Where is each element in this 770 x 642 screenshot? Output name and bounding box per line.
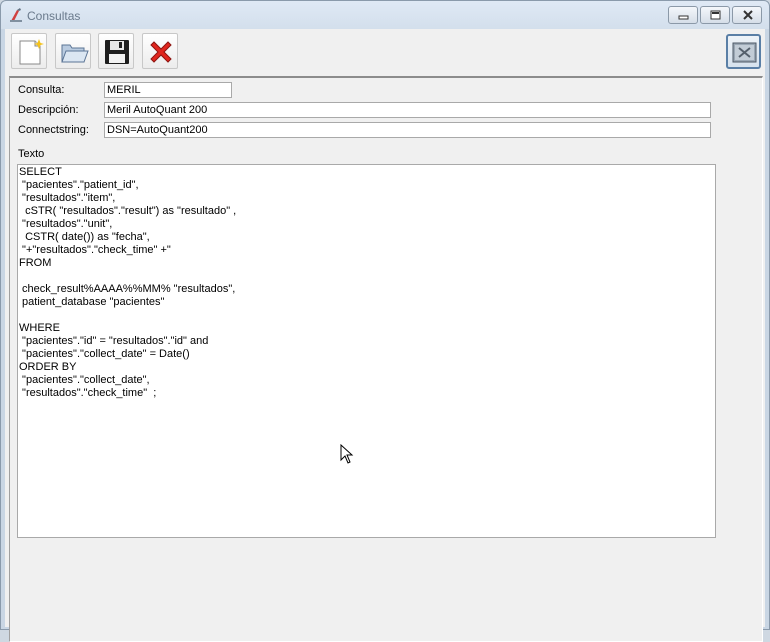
title-bar[interactable]: Consultas: [1, 1, 769, 29]
texto-textarea[interactable]: SELECT "pacientes"."patient_id", "result…: [17, 164, 716, 538]
window-title: Consultas: [27, 9, 81, 23]
descripcion-input[interactable]: Meril AutoQuant 200: [104, 102, 711, 118]
exit-icon: [732, 42, 757, 63]
minimize-icon: [678, 15, 689, 20]
save-disk-icon: [105, 40, 129, 64]
descripcion-label: Descripción:: [18, 104, 79, 116]
new-button[interactable]: [11, 33, 47, 69]
maximize-button[interactable]: [700, 6, 730, 24]
open-folder-icon: [61, 44, 89, 63]
close-icon: [743, 10, 753, 20]
delete-button[interactable]: [142, 33, 178, 69]
restore-icon: [710, 10, 721, 20]
connectstring-label: Connectstring:: [18, 124, 89, 136]
minimize-button[interactable]: [668, 6, 698, 24]
delete-x-icon: [150, 41, 172, 63]
close-button[interactable]: [732, 6, 762, 24]
save-button[interactable]: [98, 33, 134, 69]
exit-button[interactable]: [726, 34, 761, 69]
consulta-input[interactable]: MERIL: [104, 82, 232, 98]
app-icon: [8, 7, 24, 23]
connectstring-input[interactable]: DSN=AutoQuant200: [104, 122, 711, 138]
query-form: Consulta: MERIL Descripción: Meril AutoQ…: [9, 76, 763, 642]
mouse-pointer-icon: [340, 444, 354, 464]
client-area: Consulta: MERIL Descripción: Meril AutoQ…: [5, 29, 765, 642]
new-document-icon: [19, 39, 44, 65]
consultas-window: Consultas Consulta: MERIL Descripción: M…: [0, 0, 770, 642]
texto-label: Texto: [18, 148, 45, 160]
consulta-label: Consulta:: [18, 84, 65, 96]
toolbar: [5, 29, 765, 75]
open-button[interactable]: [55, 33, 91, 69]
